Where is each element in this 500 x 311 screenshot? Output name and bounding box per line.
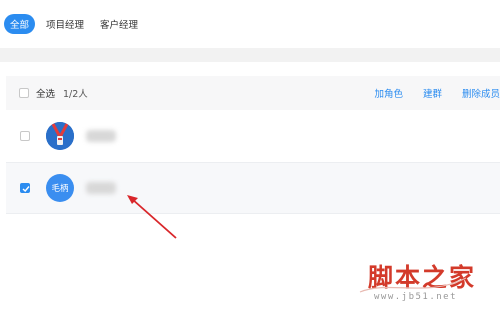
role-filter-tabs: 全部 项目经理 客户经理	[4, 14, 149, 34]
member-checkbox[interactable]	[20, 183, 30, 193]
section-divider	[0, 48, 500, 62]
checkmark-icon	[22, 186, 30, 193]
add-role-button[interactable]: 加角色	[374, 86, 403, 100]
member-checkbox[interactable]	[20, 131, 30, 141]
member-name-redacted	[86, 182, 116, 194]
tab-all[interactable]: 全部	[4, 14, 36, 34]
bulk-actions: 加角色 建群 删除成员	[354, 76, 500, 110]
avatar: 毛柄	[46, 174, 74, 202]
tab-project-manager[interactable]: 项目经理	[41, 14, 89, 34]
selected-count: 1/2人	[63, 89, 88, 100]
avatar	[46, 122, 74, 150]
watermark-swirl-icon	[359, 277, 467, 293]
tab-account-manager[interactable]: 客户经理	[95, 14, 143, 34]
member-name-redacted	[86, 130, 116, 142]
select-all-label[interactable]: 全选	[36, 86, 55, 100]
member-row[interactable]	[6, 111, 500, 161]
member-row[interactable]: 毛柄	[6, 162, 500, 214]
lanyard-avatar-image	[46, 122, 74, 150]
annotation-arrow-icon	[127, 195, 177, 239]
remove-member-button[interactable]: 删除成员	[462, 86, 500, 100]
watermark: 脚本之家 www.jb51.net	[359, 258, 476, 302]
select-all-checkbox[interactable]	[19, 88, 29, 98]
member-list-header: 全选 1/2人 加角色 建群 删除成员	[6, 76, 500, 110]
create-group-button[interactable]: 建群	[423, 86, 442, 100]
